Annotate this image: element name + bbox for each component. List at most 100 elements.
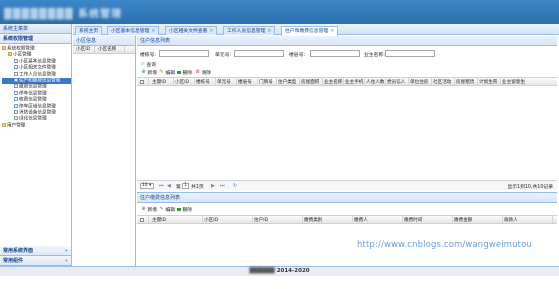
unit-label: 单元号: (215, 53, 232, 58)
pencil-icon: ✎ (159, 69, 164, 75)
column-header[interactable]: 小区ID (73, 46, 95, 54)
fee-panel: 住户缴费信息列表 ⊕ 新增 ✎ 编辑 删除 主键ID 小区ID 住户ID 缴费类别 缴费人缴… (137, 192, 557, 266)
column-header[interactable]: 小区ID (174, 78, 195, 85)
column-header[interactable]: 业主留意生 (501, 78, 525, 85)
column-header[interactable]: 缴费人 (353, 216, 403, 223)
folder-icon (2, 122, 6, 127)
column-header[interactable]: 主键ID (151, 216, 203, 223)
edit-resident-button[interactable]: ✎ 编辑 (159, 69, 176, 77)
building-input[interactable] (159, 50, 209, 57)
last-page-icon[interactable]: ⏭ (220, 183, 225, 189)
column-header[interactable]: 计划生育 (478, 78, 501, 85)
owner-input[interactable] (385, 50, 435, 57)
add-icon: ⊕ (141, 69, 146, 75)
column-header[interactable]: 小区ID (203, 216, 253, 223)
column-header[interactable]: 党员信人 (386, 78, 409, 85)
tab-label: 工作人员信息管理 (227, 29, 266, 34)
tab[interactable]: 小区相关文件查看 × (165, 26, 218, 35)
owner-label: 业主名称: (364, 53, 385, 58)
tree-node-label: 小区管理 (13, 52, 32, 58)
resident-panel: 住户信息列表 楼栋号: 单元号: 楼层号: 业主名称: ⌕ 查询 ⊕ 新增 ✎ 编辑 … (137, 36, 557, 266)
tab[interactable]: 系统主页 (75, 26, 103, 35)
delete-resident-button[interactable]: 删除 (177, 69, 192, 76)
column-header[interactable]: 缴费时间 (403, 216, 453, 223)
tab[interactable]: 小区基本信息管理 × (107, 26, 160, 35)
column-header[interactable]: 单元号 (216, 78, 237, 85)
page-icon (14, 90, 18, 95)
select-all-checkbox[interactable] (139, 216, 149, 223)
add-fee-button[interactable]: ⊕ 新增 (141, 206, 158, 214)
tab[interactable]: 住户和缴费信息管理 × (281, 26, 339, 36)
add-label: 新增 (147, 208, 158, 213)
column-header[interactable]: 缴费类别 (303, 216, 353, 223)
edit-fee-button[interactable]: ✎ 编辑 (159, 206, 175, 214)
tree-node[interactable]: 用户管理 (2, 122, 71, 129)
accordion-common-ui[interactable]: 常用系统界面 » (0, 246, 71, 256)
column-header[interactable]: 社区活动 (432, 78, 455, 85)
column-header[interactable]: 房屋租赁 (455, 78, 478, 85)
column-header[interactable]: 小区名称 (95, 46, 125, 54)
column-header[interactable]: 门牌号 (258, 78, 277, 85)
watermark-url: http://www.cnblogs.com/wangweimutou (357, 239, 532, 249)
community-grid-header: 小区ID 小区名称 (73, 46, 135, 54)
search-icon: ⌕ (141, 61, 144, 67)
app-title: ▓▓▓▓▓▓▓▓ 系统管理 (4, 9, 123, 20)
community-panel-title: 小区信息 (73, 36, 135, 46)
column-header[interactable]: 楼栋号 (195, 78, 216, 85)
unit-input[interactable] (234, 50, 284, 57)
page-icon (14, 116, 18, 121)
query-label: 查询 (146, 63, 157, 68)
delete-fee-button[interactable]: 删除 (177, 206, 192, 213)
folder-icon (2, 46, 6, 50)
page-icon (14, 65, 18, 70)
column-header[interactable]: 缴费金额 (453, 216, 503, 223)
tree-node-label: 小区相关文件管理 (19, 65, 56, 71)
column-header[interactable]: 房屋面积 (300, 78, 323, 85)
menu-tree: 系统权限管理 小区管理 小区基本信息管理 小区相关文件管理 工作人员信息管理 住户和缴费信… (0, 44, 71, 129)
folder-icon (8, 52, 12, 57)
column-header[interactable]: 主键ID (151, 78, 174, 85)
tab-label: 小区基本信息管理 (111, 29, 150, 34)
tab-label: 小区相关文件查看 (169, 29, 208, 34)
add-resident-button[interactable]: ⊕ 新增 (141, 69, 157, 77)
tree-node-label: 小区基本信息管理 (19, 59, 56, 65)
accordion-title: 常用组件 (3, 258, 24, 264)
floor-label: 楼层号: (289, 53, 306, 58)
tab[interactable]: 工作人员信息管理 × (223, 26, 276, 35)
checkbox-icon (140, 217, 144, 222)
first-page-icon[interactable]: ⏮ (159, 183, 164, 189)
copyright: ▓▓▓▓▓▓ 2014-2020 (0, 268, 559, 274)
clear-label: 清除 (201, 71, 212, 76)
close-icon[interactable]: × (151, 29, 155, 34)
floor-input[interactable] (310, 50, 360, 57)
tree-node-label: 绿化信息管理 (19, 116, 47, 122)
next-page-icon[interactable]: ▶ (211, 183, 215, 189)
column-header[interactable]: 住户类型 (277, 78, 300, 85)
query-button[interactable]: ⌕ 查询 (140, 61, 157, 69)
clear-icon: ⊘ (195, 69, 200, 75)
column-header[interactable]: 住户ID (253, 216, 303, 223)
close-icon[interactable]: × (267, 29, 271, 34)
accordion-system-permissions[interactable]: 系统权限管理 (0, 34, 71, 44)
accordion-title: 系统权限管理 (3, 36, 34, 42)
app-banner: ▓▓▓▓▓▓▓▓ 系统管理 (0, 0, 559, 24)
close-icon[interactable]: × (330, 29, 334, 34)
clear-resident-button[interactable]: ⊘ 清除 (195, 69, 212, 77)
column-header[interactable]: 收款人 (503, 216, 553, 223)
close-icon[interactable]: × (209, 29, 213, 34)
column-header[interactable]: 业主手机 (344, 78, 365, 85)
prev-page-icon[interactable]: ◀ (167, 183, 171, 189)
tree-node-label: 停车信息管理 (19, 91, 47, 97)
column-header[interactable]: 人住人数 (365, 78, 386, 85)
column-header[interactable]: 业主名称 (323, 78, 344, 85)
refresh-icon[interactable]: ↻ (233, 183, 237, 189)
sidebar-header: 系统主菜单 (0, 24, 71, 34)
page-number-input[interactable]: 1 (182, 182, 189, 189)
accordion-common-components[interactable]: 常用组件 » (0, 256, 71, 266)
page-size-select[interactable]: 10 ▾ (140, 182, 154, 189)
sidebar-bottom: 常用系统界面 » 常用组件 » (0, 246, 71, 266)
edit-label: 编辑 (165, 71, 176, 76)
column-header[interactable]: 单位住房 (409, 78, 432, 85)
select-all-checkbox[interactable] (139, 78, 149, 85)
column-header[interactable]: 楼层号 (237, 78, 258, 85)
